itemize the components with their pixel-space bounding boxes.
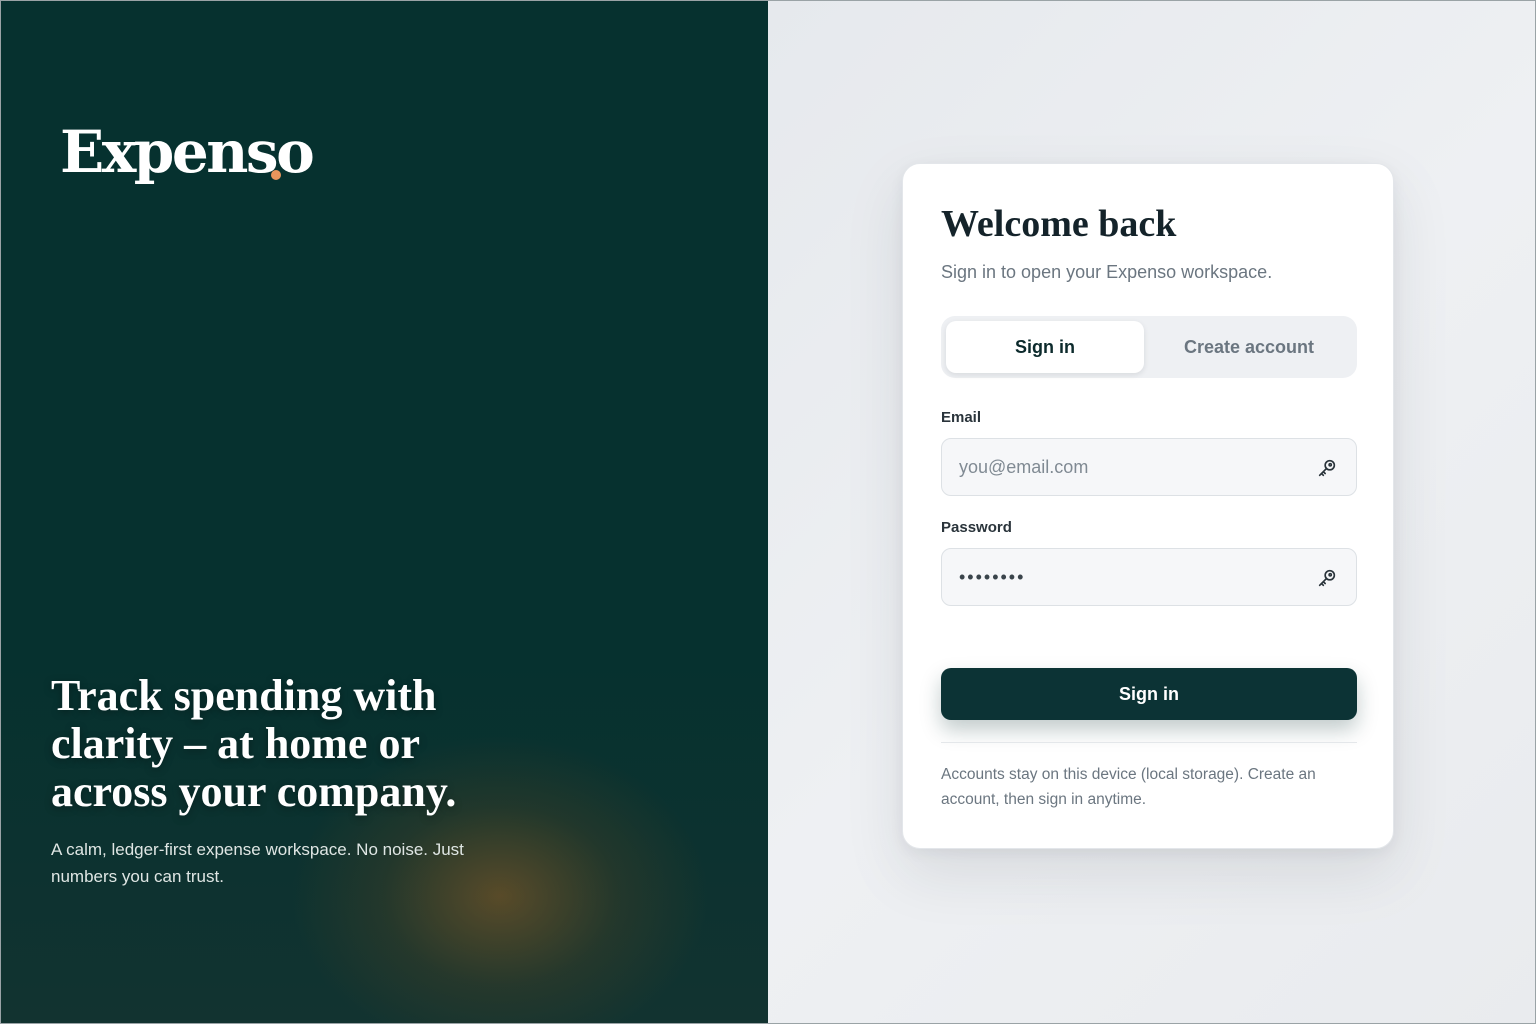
email-field-wrapper xyxy=(941,438,1357,496)
password-label: Password xyxy=(941,519,1012,536)
hero-headline: Track spending with clarity – at home or… xyxy=(51,671,457,816)
card-divider xyxy=(941,742,1357,743)
email-label: Email xyxy=(941,409,982,426)
tab-create-account[interactable]: Create account xyxy=(1150,321,1348,373)
card-title: Welcome back xyxy=(941,203,1177,245)
password-field-wrapper xyxy=(941,548,1357,606)
brand-accent-dot xyxy=(271,170,281,180)
email-input[interactable] xyxy=(942,439,1356,495)
auth-tabs: Sign in Create account xyxy=(941,316,1357,378)
sign-in-card: Welcome back Sign in to open your Expens… xyxy=(902,163,1394,849)
storage-footnote: Accounts stay on this device (local stor… xyxy=(941,766,1316,808)
password-input[interactable] xyxy=(942,549,1356,605)
key-icon[interactable] xyxy=(1316,567,1338,589)
hero-panel: Expenso Track spending with clarity – at… xyxy=(0,0,768,1024)
tab-sign-in[interactable]: Sign in xyxy=(946,321,1144,373)
card-subtitle: Sign in to open your Expenso workspace. xyxy=(941,262,1273,282)
hero-subtext: A calm, ledger-first expense workspace. … xyxy=(51,840,464,886)
key-icon[interactable] xyxy=(1316,457,1338,479)
sign-in-button[interactable]: Sign in xyxy=(941,668,1357,720)
